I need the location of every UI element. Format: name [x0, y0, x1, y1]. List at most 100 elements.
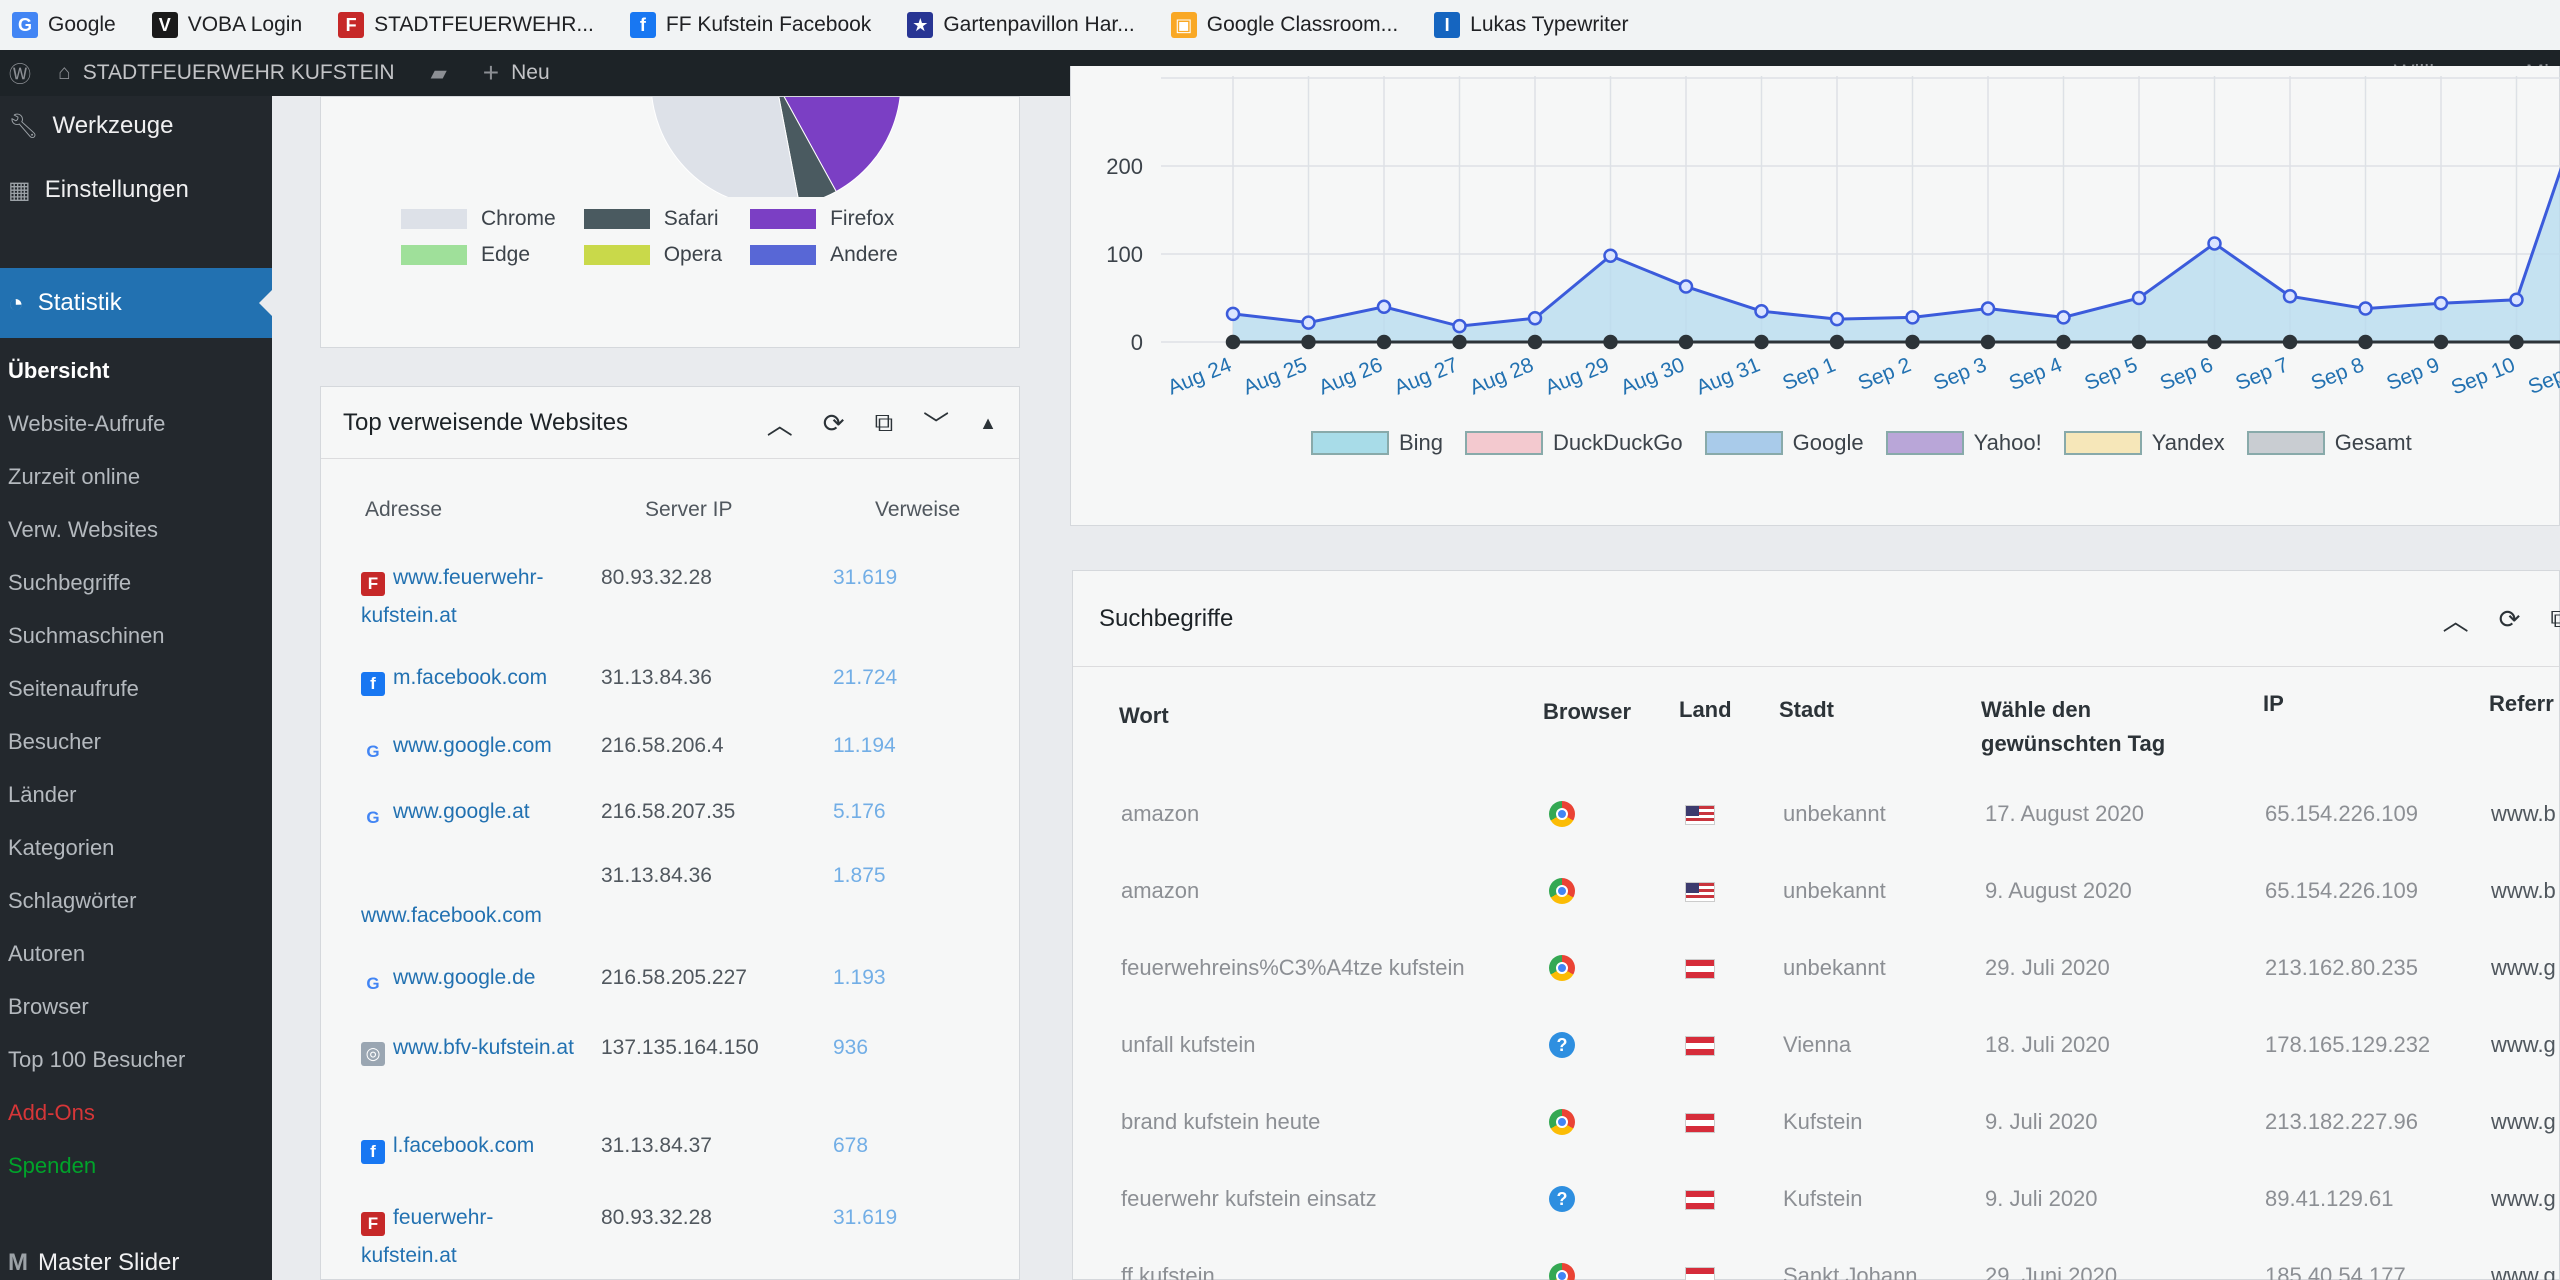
external-link-icon[interactable]: ⧉ — [2550, 603, 2560, 635]
referrer-count[interactable]: 11.194 — [833, 727, 896, 765]
chart-legend-item[interactable]: Yahoo! — [1885, 430, 2042, 456]
chart-legend-item[interactable]: Bing — [1311, 430, 1443, 456]
bookmark-0[interactable]: G Google — [12, 12, 116, 38]
wordpress-icon[interactable]: Ⓦ — [0, 50, 40, 96]
submenu-item[interactable]: Verw. Websites — [0, 503, 272, 556]
submenu-item[interactable]: Schlagwörter — [0, 874, 272, 927]
referrer-count[interactable]: 31.619 — [833, 1199, 897, 1237]
data-point[interactable] — [1829, 334, 1845, 350]
submenu-item[interactable]: Übersicht — [0, 344, 272, 397]
comments-link[interactable]: ▰ — [413, 50, 465, 96]
chart-legend-item[interactable]: DuckDuckGo — [1465, 430, 1683, 456]
ip[interactable]: 65.154.226.109 — [2265, 801, 2418, 827]
new-content-button[interactable]: + Neu — [465, 50, 568, 96]
data-point[interactable] — [1301, 315, 1316, 330]
submenu-item[interactable]: Website-Aufrufe — [0, 397, 272, 450]
data-point[interactable] — [1225, 306, 1241, 322]
submenu-item[interactable]: Suchbegriffe — [0, 556, 272, 609]
submenu-item[interactable]: Browser — [0, 980, 272, 1033]
referrer-count[interactable]: 1.875 — [833, 857, 886, 895]
external-link-icon[interactable]: ⧉ — [875, 407, 894, 439]
submenu-item[interactable]: Spenden — [0, 1139, 272, 1192]
menu-item-einstellungen[interactable]: ▦ Einstellungen — [0, 156, 272, 224]
referrer-count[interactable]: 678 — [833, 1127, 868, 1165]
data-point[interactable] — [1905, 334, 1920, 350]
ip[interactable]: 185.40.54.177 — [2265, 1263, 2406, 1280]
data-point[interactable] — [2509, 292, 2524, 308]
referrer[interactable]: www.g — [2491, 1186, 2556, 1212]
data-point[interactable] — [2056, 334, 2071, 350]
data-point[interactable] — [1678, 279, 1694, 294]
referrer[interactable]: www.g — [2491, 955, 2556, 981]
ip[interactable]: 213.182.227.96 — [2265, 1109, 2418, 1135]
referrer-link[interactable]: Gwww.google.de — [361, 959, 581, 997]
data-point[interactable] — [1905, 310, 1920, 325]
submenu-item[interactable]: Suchmaschinen — [0, 609, 272, 662]
bookmark-4[interactable]: ★ Gartenpavillon Har... — [907, 12, 1135, 38]
referrer-link[interactable]: ◎ www.bfv-kufstein.at — [361, 1029, 581, 1067]
data-point[interactable] — [1527, 310, 1543, 326]
referrer[interactable]: www.b — [2491, 878, 2556, 904]
submenu-item[interactable]: Top 100 Besucher — [0, 1033, 272, 1086]
data-point[interactable] — [1980, 301, 1996, 316]
submenu-item[interactable]: Autoren — [0, 927, 272, 980]
refresh-icon[interactable]: ⟳ — [2499, 604, 2521, 635]
data-point[interactable] — [1376, 299, 1392, 315]
referrer[interactable]: www.g — [2491, 1263, 2556, 1280]
bookmark-6[interactable]: I Lukas Typewriter — [1434, 12, 1629, 38]
data-point[interactable] — [2433, 334, 2449, 350]
referrer-link[interactable]: www.facebook.com — [361, 897, 581, 935]
referrer-count[interactable]: 1.193 — [833, 959, 886, 997]
referrer-link[interactable]: f l.facebook.com — [361, 1127, 581, 1165]
submenu-item[interactable]: Länder — [0, 768, 272, 821]
submenu-item[interactable]: Seitenaufrufe — [0, 662, 272, 715]
menu-item-statistik[interactable]: ◔ Statistik — [0, 268, 272, 338]
referrer-link[interactable]: Ffeuerwehr-kufstein.at — [361, 1199, 581, 1275]
submenu-item[interactable]: Kategorien — [0, 821, 272, 874]
referrer-link[interactable]: Fwww.feuerwehr-kufstein.at — [361, 559, 581, 635]
referrer-count[interactable]: 936 — [833, 1029, 868, 1067]
data-point[interactable] — [1603, 248, 1618, 264]
data-point[interactable] — [1603, 334, 1618, 350]
site-name-link[interactable]: ⌂ STADTFEUERWEHR KUFSTEIN — [40, 50, 413, 96]
bookmark-2[interactable]: F STADTFEUERWEHR... — [338, 12, 594, 38]
data-point[interactable] — [2282, 334, 2298, 350]
ip[interactable]: 213.162.80.235 — [2265, 955, 2418, 981]
data-point[interactable] — [2282, 288, 2298, 304]
data-point[interactable] — [2509, 334, 2524, 350]
referrer-link[interactable]: Gwww.google.at — [361, 793, 581, 831]
data-point[interactable] — [2358, 334, 2373, 350]
ip[interactable]: 65.154.226.109 — [2265, 878, 2418, 904]
chart-legend-item[interactable]: Gesamt — [2246, 430, 2412, 456]
menu-item-master-slider[interactable]: M Master Slider — [0, 1246, 272, 1280]
data-point[interactable] — [1452, 318, 1467, 334]
chevron-up-icon[interactable]: ︿ — [2443, 601, 2469, 638]
data-point[interactable] — [2358, 301, 2373, 316]
data-point[interactable] — [2207, 334, 2222, 350]
chart-legend-item[interactable]: Google — [1704, 430, 1864, 456]
collapse-arrow-icon[interactable]: ▲ — [979, 413, 997, 434]
data-point[interactable] — [2056, 310, 2071, 325]
data-point[interactable] — [2131, 290, 2147, 306]
submenu-item[interactable]: Zurzeit online — [0, 450, 272, 503]
referrer[interactable]: www.g — [2491, 1109, 2556, 1135]
data-point[interactable] — [1527, 334, 1543, 350]
menu-item-werkzeuge[interactable]: 🔧︎ Werkzeuge — [0, 96, 272, 156]
data-point[interactable] — [2433, 296, 2449, 311]
bookmark-3[interactable]: f FF Kufstein Facebook — [629, 12, 871, 38]
ip[interactable]: 178.165.129.232 — [2265, 1032, 2430, 1058]
data-point[interactable] — [2131, 334, 2147, 350]
referrer-link[interactable]: f m.facebook.com — [361, 659, 581, 697]
data-point[interactable] — [1452, 334, 1467, 350]
data-point[interactable] — [1376, 334, 1392, 350]
bookmark-1[interactable]: V VOBA Login — [151, 12, 302, 38]
chevron-up-icon[interactable]: ︿ — [767, 405, 793, 442]
referrer-count[interactable]: 31.619 — [833, 559, 897, 597]
referrer-link[interactable]: Gwww.google.com — [361, 727, 581, 765]
submenu-item[interactable]: Besucher — [0, 715, 272, 768]
data-point[interactable] — [2207, 236, 2222, 251]
data-point[interactable] — [1754, 303, 1769, 319]
data-point[interactable] — [1980, 334, 1996, 350]
data-point[interactable] — [1301, 334, 1316, 350]
referrer[interactable]: www.g — [2491, 1032, 2556, 1058]
